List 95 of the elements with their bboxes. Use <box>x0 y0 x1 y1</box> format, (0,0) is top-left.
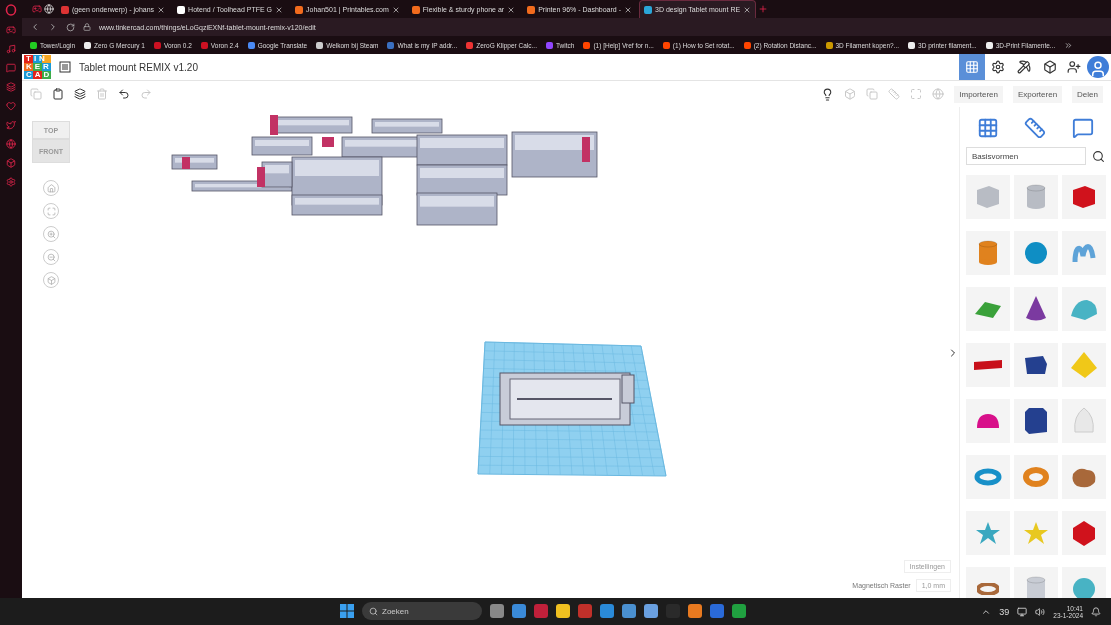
grid-icon <box>965 60 979 74</box>
volume-icon[interactable] <box>1035 606 1046 617</box>
mirror-icon[interactable] <box>910 88 923 100</box>
heart-icon[interactable] <box>6 101 16 111</box>
fit-view-button[interactable] <box>43 203 59 219</box>
network-icon[interactable] <box>1017 606 1028 617</box>
gamepad-icon[interactable] <box>6 25 16 35</box>
reload-icon[interactable] <box>66 22 75 32</box>
site-icon <box>30 41 37 49</box>
taskbar-app-icon[interactable] <box>578 604 592 618</box>
taskbar-app-icon[interactable] <box>622 604 636 618</box>
close-icon[interactable] <box>507 5 516 14</box>
taskbar-app-icon[interactable] <box>534 604 548 618</box>
site-icon <box>316 41 324 49</box>
site-icon <box>154 41 161 49</box>
taskbar-app-icon[interactable] <box>512 604 526 618</box>
close-icon[interactable] <box>624 5 632 14</box>
site-icon <box>662 41 670 49</box>
back-icon[interactable] <box>30 22 40 32</box>
site-icon <box>825 41 833 49</box>
taskbar-search-field[interactable]: Zoeken <box>362 602 482 620</box>
zoom-in-button[interactable] <box>43 226 59 242</box>
site-icon <box>644 5 652 14</box>
shape-library-select[interactable]: Basisvormen <box>966 147 1086 165</box>
new-tab-icon[interactable] <box>758 4 769 14</box>
site-icon <box>546 41 553 49</box>
taskbar-app-icon[interactable] <box>556 604 570 618</box>
site-icon <box>61 5 69 14</box>
home-view-button[interactable] <box>43 180 59 196</box>
site-icon <box>466 41 474 49</box>
site-icon <box>387 41 395 49</box>
fit-icon <box>46 206 56 216</box>
toolbar-button[interactable]: Exporteren <box>1012 85 1063 103</box>
music-icon[interactable] <box>6 44 16 54</box>
forward-icon[interactable] <box>48 22 58 32</box>
box-icon[interactable] <box>6 158 16 168</box>
chat-icon[interactable] <box>6 63 16 73</box>
site-icon <box>295 5 304 14</box>
undo-icon[interactable] <box>118 88 130 100</box>
taskbar-app-icon[interactable] <box>688 604 702 618</box>
avatar[interactable] <box>1087 56 1109 78</box>
menu-icon[interactable] <box>59 61 71 73</box>
close-icon[interactable] <box>391 5 400 14</box>
paste-icon[interactable] <box>52 88 64 100</box>
settings-icon[interactable] <box>6 177 16 187</box>
site-icon <box>908 41 916 49</box>
browser-logo-icon[interactable] <box>5 4 17 16</box>
cube-icon <box>1043 60 1057 74</box>
pickaxe-icon <box>1017 60 1031 74</box>
site-icon <box>84 41 92 49</box>
align-icon[interactable] <box>888 88 901 100</box>
site-icon <box>743 41 751 49</box>
duplicate-icon[interactable] <box>74 88 86 100</box>
zoom-in-icon <box>46 229 56 239</box>
group-icon[interactable] <box>844 88 857 100</box>
search-icon[interactable] <box>1092 149 1105 163</box>
zoom-out-button[interactable] <box>43 249 59 265</box>
bird-icon[interactable] <box>6 120 16 130</box>
grid-icon[interactable] <box>976 117 999 139</box>
lock-icon <box>83 23 91 31</box>
close-icon[interactable] <box>157 5 166 14</box>
site-icon <box>527 5 536 14</box>
layers-icon[interactable] <box>6 82 16 92</box>
cube-icon <box>46 275 56 285</box>
notes-icon[interactable] <box>1072 117 1095 139</box>
more-bookmarks-icon[interactable] <box>1064 40 1074 50</box>
toolbar-button[interactable]: Importeren <box>954 85 1003 103</box>
gear-icon <box>991 60 1005 74</box>
redo-icon[interactable] <box>140 88 152 100</box>
toolbar-button[interactable]: Delen <box>1072 85 1103 103</box>
perspective-button[interactable] <box>43 272 59 288</box>
search-icon <box>369 606 378 616</box>
site-icon <box>177 5 186 14</box>
design-title[interactable]: Tablet mount REMIX v1.20 <box>79 61 198 73</box>
site-icon <box>200 41 208 49</box>
ruler-icon[interactable] <box>1024 117 1047 139</box>
taskbar-app-icon[interactable] <box>710 604 724 618</box>
notifications-icon[interactable] <box>1091 606 1101 617</box>
temperature-text: 39 <box>999 606 1010 617</box>
site-icon <box>247 41 255 49</box>
site-icon <box>985 41 993 49</box>
home-icon <box>46 183 56 193</box>
close-icon[interactable] <box>275 5 284 14</box>
workplane-icon[interactable] <box>932 88 945 100</box>
add-user-icon[interactable] <box>1067 60 1081 74</box>
site-icon <box>411 5 420 14</box>
taskbar-app-icon[interactable] <box>644 604 658 618</box>
site-icon <box>583 41 591 49</box>
taskbar-app-icon[interactable] <box>732 604 746 618</box>
taskbar-app-icon[interactable] <box>490 604 504 618</box>
delete-icon[interactable] <box>96 88 108 100</box>
taskbar-app-icon[interactable] <box>600 604 614 618</box>
windows-start-icon[interactable] <box>340 604 354 618</box>
close-icon[interactable] <box>743 5 752 14</box>
zoom-out-icon <box>46 252 56 262</box>
